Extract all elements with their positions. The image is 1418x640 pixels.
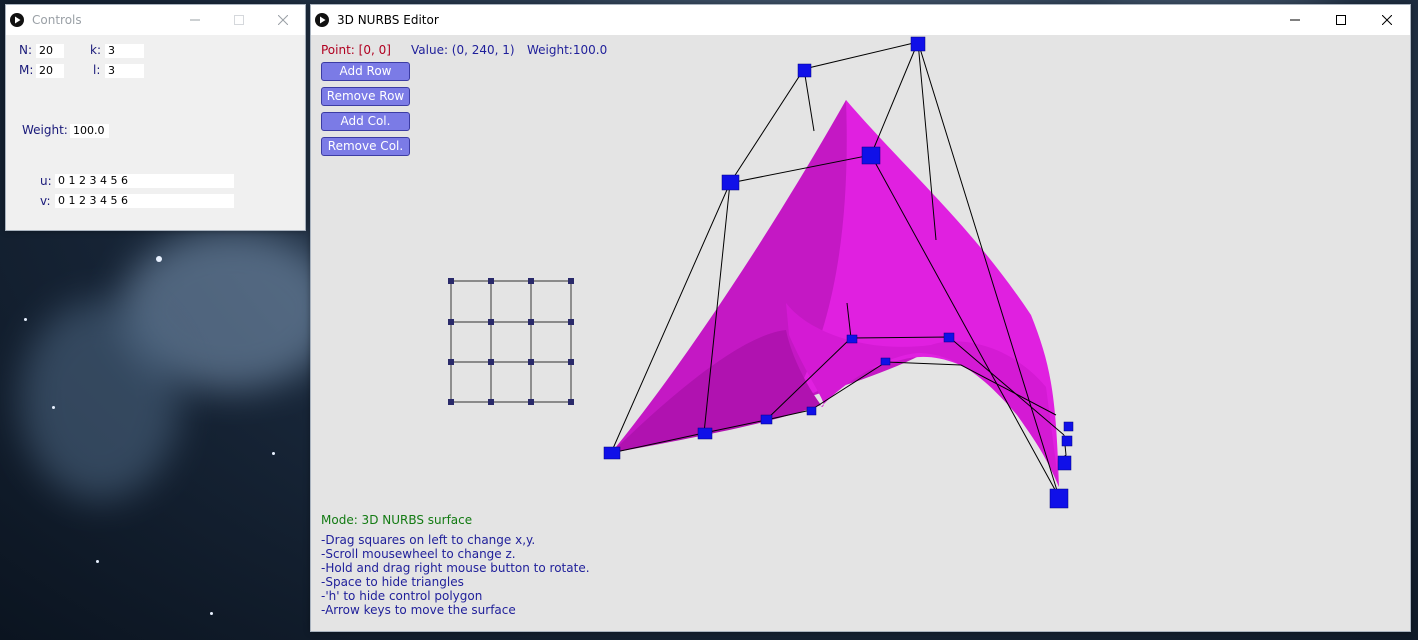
play-circle-icon [315, 13, 329, 27]
controls-window: Controls N: 20 k: 3 M: 20 l: 3 Weight: 1… [5, 4, 306, 231]
editor-title: 3D NURBS Editor [337, 13, 439, 27]
mode-label: Mode: 3D NURBS surface [321, 513, 473, 527]
grid-handle[interactable] [448, 359, 454, 365]
n-field[interactable]: 20 [36, 44, 64, 58]
control-point[interactable] [910, 36, 926, 52]
add-column-button[interactable]: Add Col. [321, 112, 410, 131]
help-item: -'h' to hide control polygon [321, 589, 483, 603]
grid-handle[interactable] [568, 278, 574, 284]
control-point[interactable] [697, 427, 713, 440]
star [96, 560, 99, 563]
star [52, 406, 55, 409]
star [24, 318, 27, 321]
v-label: v: [40, 194, 51, 208]
grid-handle[interactable] [448, 319, 454, 325]
control-point[interactable] [1057, 455, 1072, 471]
grid-handle[interactable] [488, 359, 494, 365]
value-readout: Value: (0, 240, 1) [411, 43, 515, 57]
control-point[interactable] [760, 414, 773, 425]
control-point[interactable] [797, 63, 812, 78]
grid-handle[interactable] [528, 278, 534, 284]
grid-handle[interactable] [528, 359, 534, 365]
point-readout: Point: [0, 0] [321, 43, 391, 57]
control-grid-2d[interactable] [450, 280, 572, 403]
control-point[interactable] [721, 174, 740, 191]
weight-readout: Weight:100.0 [527, 43, 608, 57]
grid-handle[interactable] [488, 278, 494, 284]
grid-handle[interactable] [448, 278, 454, 284]
control-point[interactable] [943, 332, 955, 343]
grid-handle[interactable] [448, 399, 454, 405]
play-circle-icon [10, 13, 24, 27]
remove-column-button[interactable]: Remove Col. [321, 137, 410, 156]
maximize-icon [1336, 15, 1346, 25]
grid-handle[interactable] [568, 319, 574, 325]
controls-titlebar[interactable]: Controls [6, 5, 305, 35]
m-label: M: [19, 63, 34, 77]
help-item: -Arrow keys to move the surface [321, 603, 516, 617]
l-label: l: [93, 63, 101, 77]
nurbs-editor-window: 3D NURBS Editor Point: [0, 0] Value: (0,… [310, 4, 1411, 632]
n-label: N: [19, 43, 33, 57]
control-point[interactable] [806, 406, 817, 416]
render-canvas[interactable]: Point: [0, 0] Value: (0, 240, 1) Weight:… [311, 35, 1410, 631]
minimize-icon [1290, 19, 1300, 21]
remove-row-button[interactable]: Remove Row [321, 87, 410, 106]
maximize-icon [234, 15, 244, 25]
star [156, 256, 162, 262]
help-item: -Space to hide triangles [321, 575, 464, 589]
control-point[interactable] [1063, 421, 1074, 432]
control-point[interactable] [861, 146, 881, 165]
help-item: -Drag squares on left to change x,y. [321, 533, 536, 547]
close-icon [1382, 15, 1392, 25]
control-point[interactable] [846, 334, 858, 344]
grid-handle[interactable] [528, 399, 534, 405]
star [210, 612, 213, 615]
minimize-button[interactable] [1272, 5, 1318, 35]
add-row-button[interactable]: Add Row [321, 62, 410, 81]
grid-handles[interactable] [448, 278, 574, 405]
help-list: -Drag squares on left to change x,y. -Sc… [321, 533, 590, 617]
control-point[interactable] [1061, 435, 1073, 447]
l-field[interactable]: 3 [105, 64, 144, 78]
weight-field[interactable]: 100.0 [70, 124, 109, 138]
u-knot-field[interactable]: 0 1 2 3 4 5 6 [55, 174, 234, 188]
m-field[interactable]: 20 [36, 64, 64, 78]
close-icon [278, 15, 288, 25]
grid-handle[interactable] [568, 399, 574, 405]
weight-label: Weight: [22, 123, 68, 137]
maximize-button[interactable] [1318, 5, 1364, 35]
k-field[interactable]: 3 [105, 44, 144, 58]
star [272, 452, 275, 455]
minimize-icon [190, 19, 200, 21]
v-knot-field[interactable]: 0 1 2 3 4 5 6 [55, 194, 234, 208]
grid-handle[interactable] [488, 319, 494, 325]
nebula-cloud [20, 300, 180, 500]
maximize-button[interactable] [217, 5, 261, 35]
controls-panel: N: 20 k: 3 M: 20 l: 3 Weight: 100.0 u: 0… [6, 35, 305, 230]
grid-handle[interactable] [568, 359, 574, 365]
u-label: u: [40, 174, 52, 188]
minimize-button[interactable] [173, 5, 217, 35]
help-item: -Scroll mousewheel to change z. [321, 547, 516, 561]
nurbs-surface [611, 100, 1059, 487]
grid-handle[interactable] [488, 399, 494, 405]
editor-titlebar[interactable]: 3D NURBS Editor [311, 5, 1410, 35]
control-point[interactable] [880, 357, 891, 366]
control-point[interactable] [603, 446, 621, 460]
grid-handle[interactable] [528, 319, 534, 325]
k-label: k: [90, 43, 101, 57]
close-button[interactable] [261, 5, 305, 35]
help-item: -Hold and drag right mouse button to rot… [321, 561, 590, 575]
close-button[interactable] [1364, 5, 1410, 35]
controls-title: Controls [32, 13, 82, 27]
control-point[interactable] [1049, 488, 1069, 509]
